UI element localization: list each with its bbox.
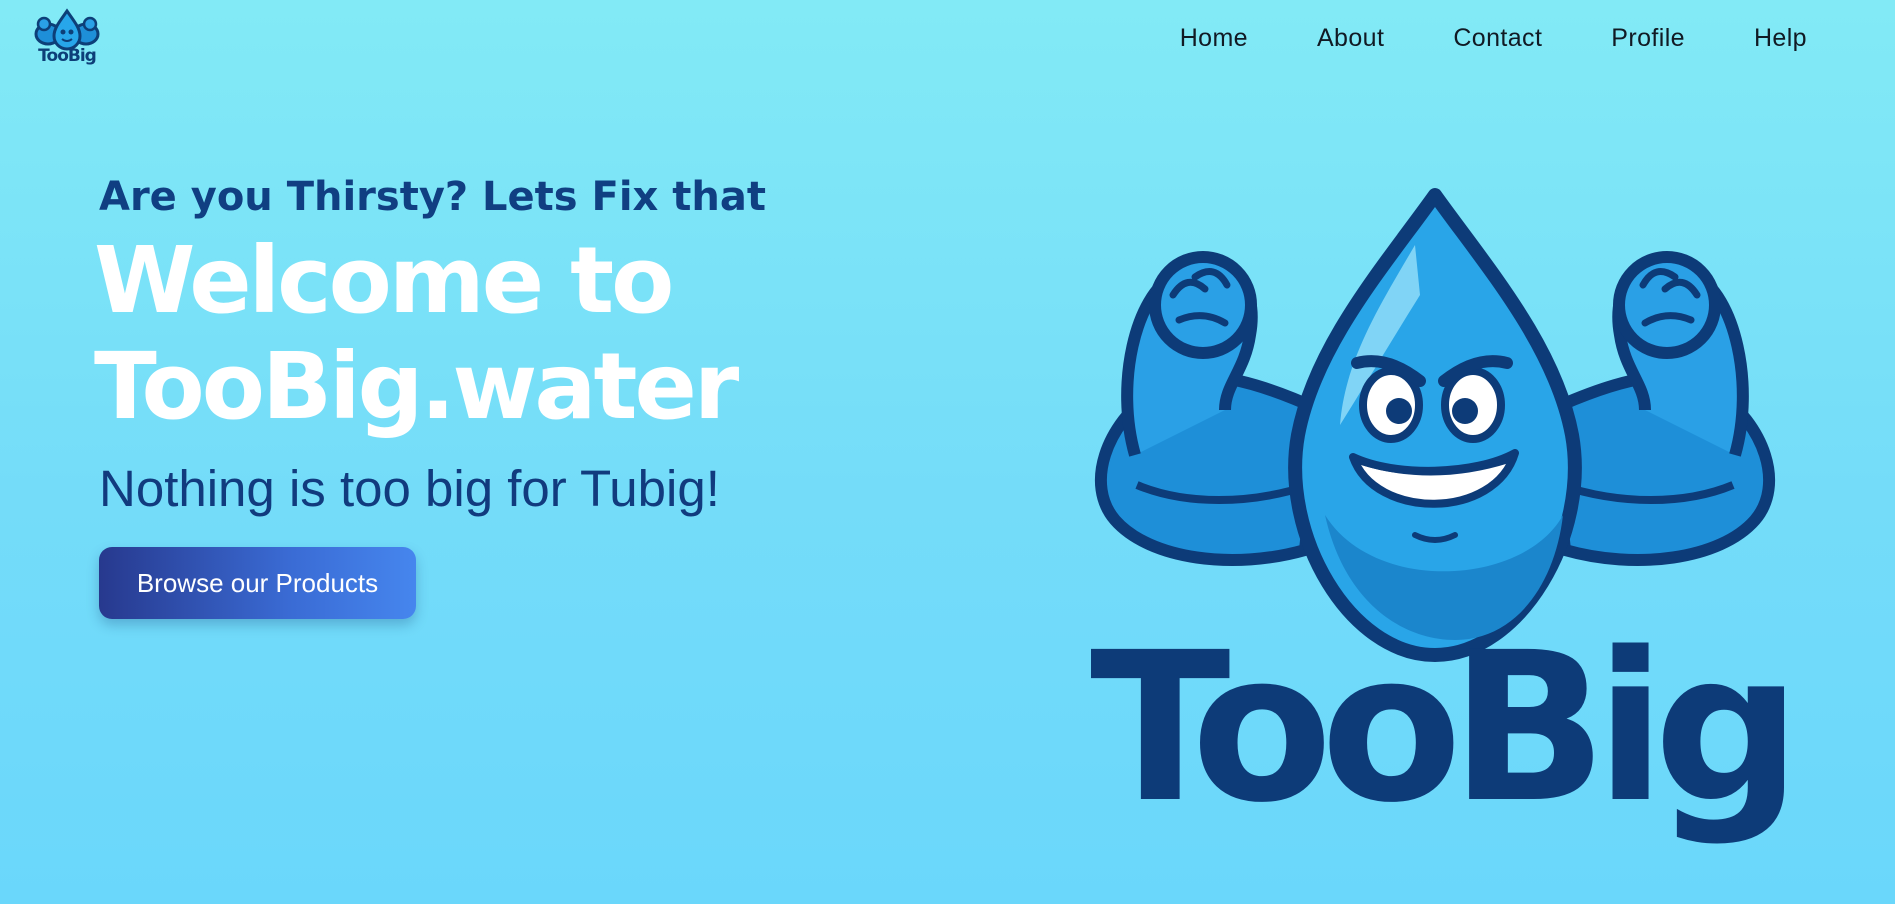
hero-title: Welcome to TooBig.water bbox=[94, 228, 819, 440]
hero-section: Are you Thirsty? Lets Fix that Welcome t… bbox=[94, 168, 819, 520]
brand-logo[interactable]: TooBig bbox=[34, 8, 100, 70]
muscular-water-drop-icon bbox=[1095, 188, 1775, 662]
site-header: TooBig Home About Contact Profile Help bbox=[0, 0, 1895, 80]
hero-title-line-2: TooBig.water bbox=[94, 333, 739, 440]
nav-help[interactable]: Help bbox=[1754, 24, 1807, 53]
hero-tagline: Nothing is too big for Tubig! bbox=[99, 460, 720, 517]
nav-about[interactable]: About bbox=[1317, 24, 1384, 53]
hero-subtitle: Are you Thirsty? Lets Fix that bbox=[99, 174, 766, 220]
main-nav: Home About Contact Profile Help bbox=[1111, 24, 1807, 53]
brand-logo-text: TooBig bbox=[38, 46, 97, 66]
browse-products-button[interactable]: Browse our Products bbox=[99, 547, 416, 619]
nav-profile[interactable]: Profile bbox=[1611, 24, 1685, 53]
mascot-wordmark: TooBig bbox=[1090, 608, 1801, 848]
nav-contact[interactable]: Contact bbox=[1453, 24, 1542, 53]
hero-title-line-1: Welcome to bbox=[94, 227, 674, 334]
mascot-illustration bbox=[1075, 185, 1795, 665]
nav-home[interactable]: Home bbox=[1180, 24, 1248, 53]
